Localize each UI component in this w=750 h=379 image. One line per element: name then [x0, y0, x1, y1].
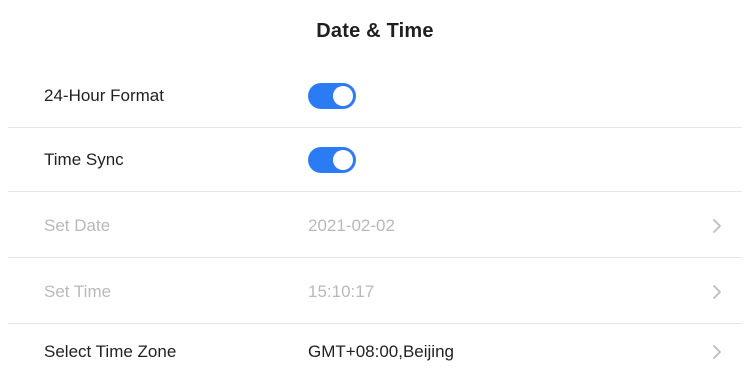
- date-time-settings-page: Date & Time 24-Hour Format Time Sync Set…: [0, 0, 750, 379]
- time-zone-value: GMT+08:00,Beijing: [308, 342, 454, 361]
- chevron-right-icon: [713, 284, 721, 299]
- setting-label-set-date: Set Date: [44, 215, 111, 235]
- setting-label-select-time-zone: Select Time Zone: [44, 342, 177, 361]
- setting-row-select-time-zone[interactable]: Select Time Zone GMT+08:00,Beijing: [8, 325, 742, 379]
- setting-row-set-date[interactable]: Set Date 2021-02-02: [8, 194, 742, 258]
- set-time-value: 15:10:17: [308, 281, 375, 301]
- chevron-right-icon: [713, 345, 721, 359]
- time-sync-toggle[interactable]: [308, 146, 356, 173]
- toggle-knob: [333, 85, 353, 106]
- setting-label-set-time: Set Time: [44, 281, 112, 301]
- 24-hour-format-toggle[interactable]: [308, 82, 356, 109]
- setting-row-set-time[interactable]: Set Time 15:10:17: [8, 260, 742, 324]
- page-header: Date & Time: [8, 6, 742, 56]
- toggle-knob: [333, 149, 353, 170]
- set-date-value: 2021-02-02: [308, 215, 395, 235]
- setting-label-24-hour-format: 24-Hour Format: [44, 85, 164, 105]
- page-title: Date & Time: [316, 19, 434, 42]
- setting-label-time-sync: Time Sync: [44, 149, 124, 169]
- chevron-right-icon: [713, 218, 721, 233]
- setting-row-24-hour-format: 24-Hour Format: [8, 64, 742, 128]
- setting-row-time-sync: Time Sync: [8, 128, 742, 192]
